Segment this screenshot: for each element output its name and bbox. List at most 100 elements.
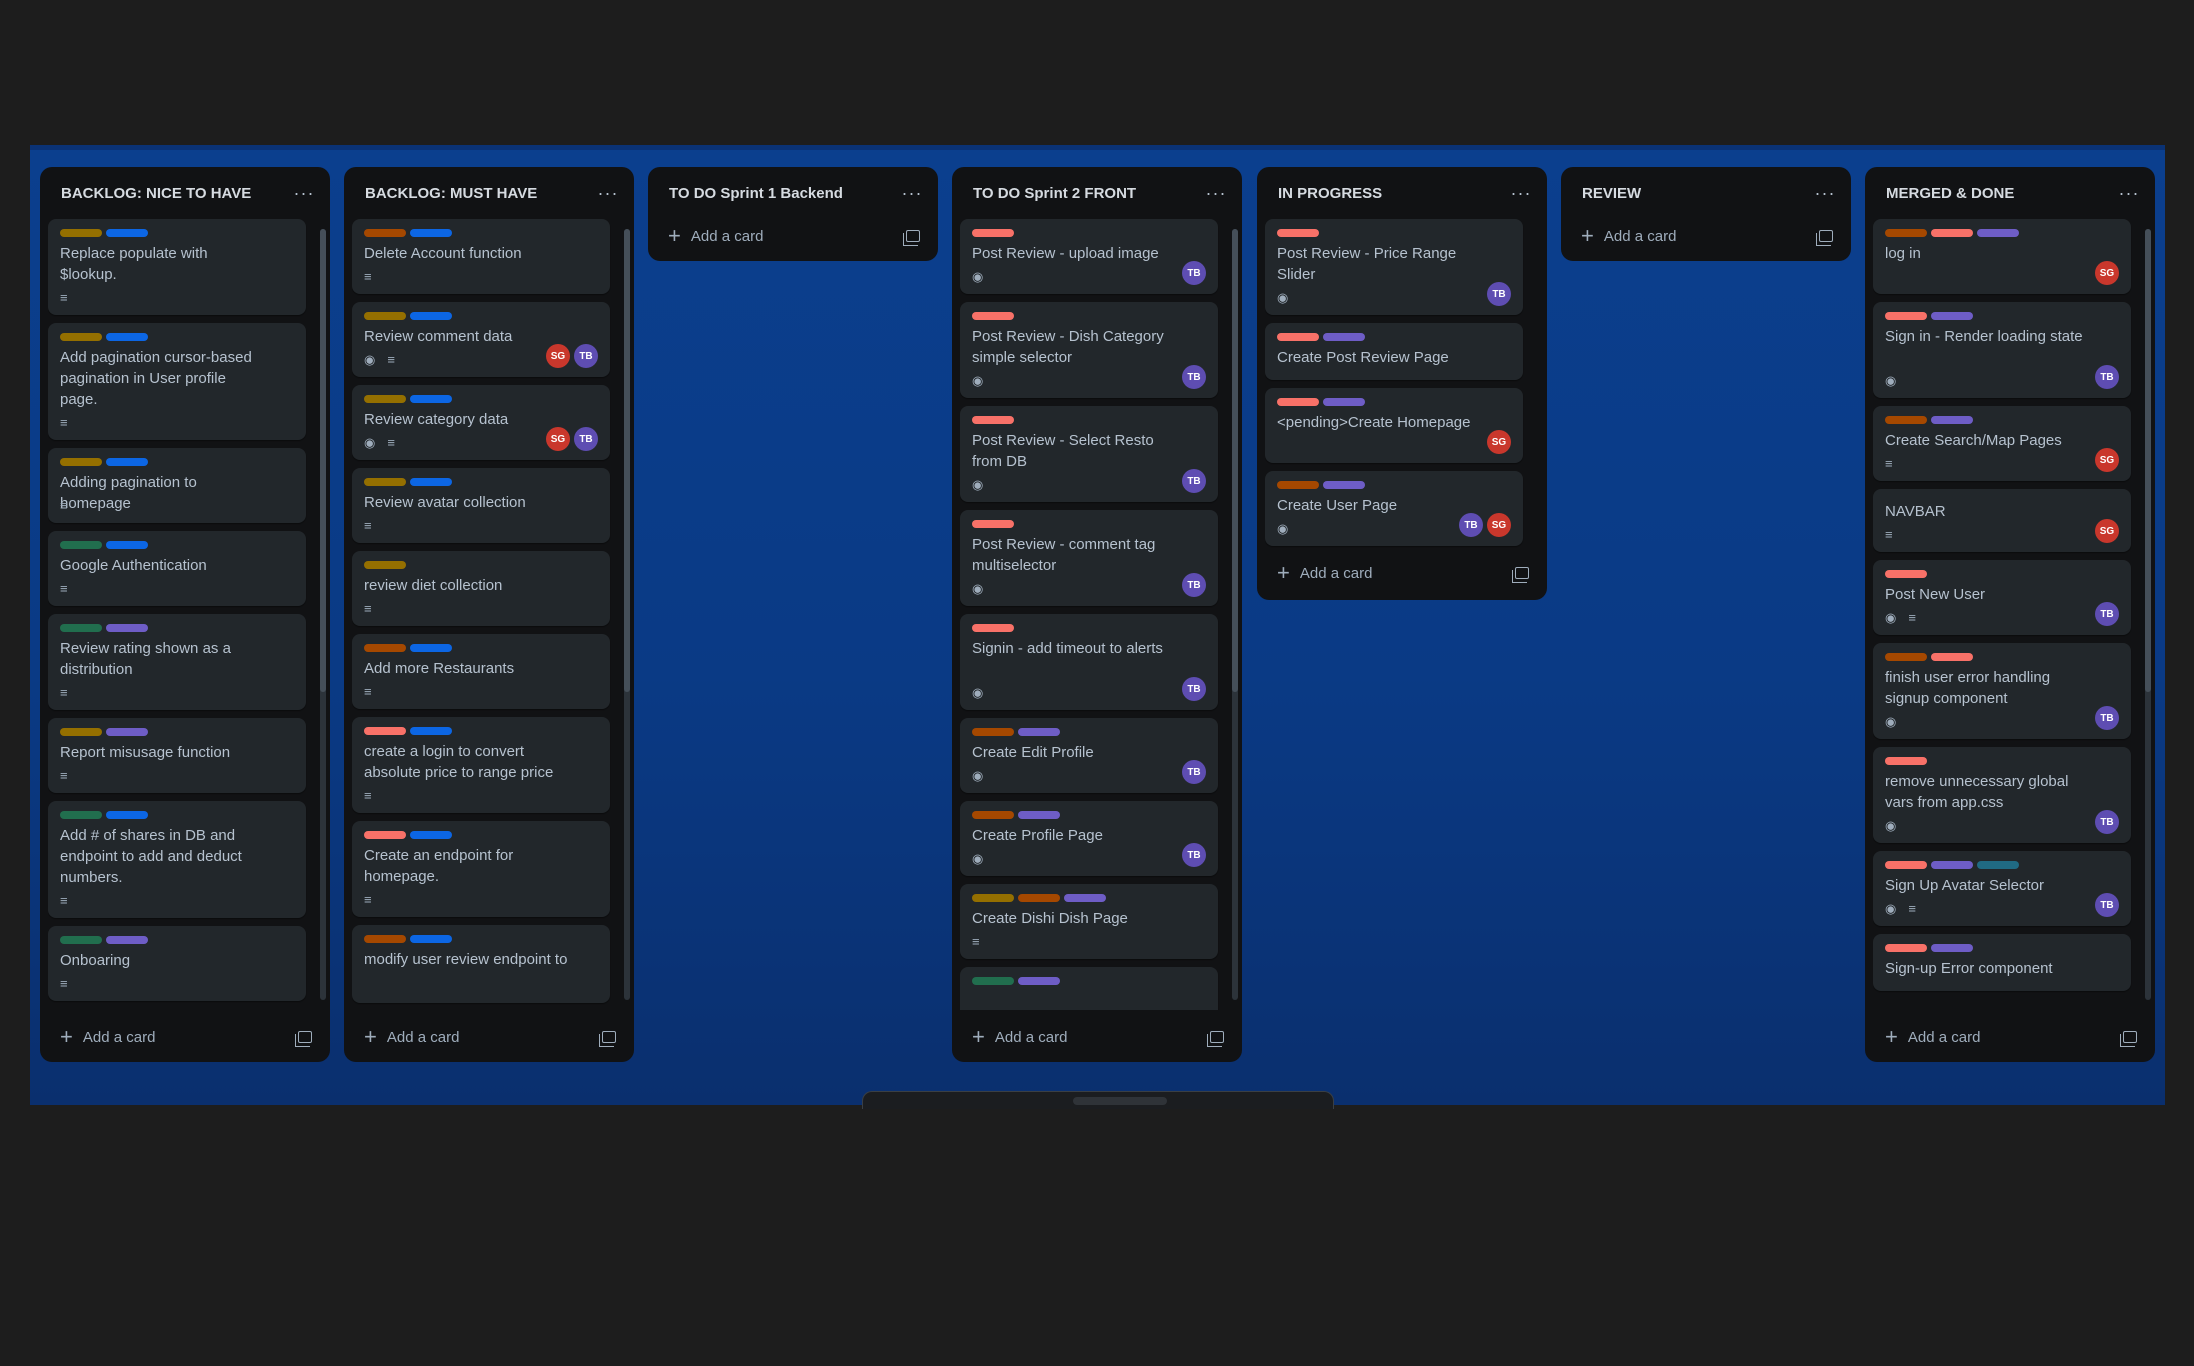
label-teal[interactable] [1977, 861, 2019, 869]
label-red[interactable] [364, 831, 406, 839]
label-purple[interactable] [1064, 894, 1106, 902]
add-card-button[interactable]: + Add a card [352, 1018, 626, 1056]
label-blue[interactable] [410, 644, 452, 652]
label-orange[interactable] [1885, 653, 1927, 661]
card[interactable]: Review comment data ◉ ≡ SG TB [352, 302, 610, 377]
add-card-button[interactable]: + Add a card [656, 217, 930, 255]
list-title[interactable]: BACKLOG: MUST HAVE [365, 185, 537, 202]
label-blue[interactable] [410, 478, 452, 486]
avatar-sg[interactable]: SG [546, 427, 570, 451]
card[interactable]: Sign in - Render loading state ◉ TB [1873, 302, 2131, 398]
card[interactable]: create a login to convert absolute price… [352, 717, 610, 813]
label-green[interactable] [60, 811, 102, 819]
avatar-sg[interactable]: SG [1487, 513, 1511, 537]
label-yellow[interactable] [60, 333, 102, 341]
label-blue[interactable] [106, 811, 148, 819]
card[interactable]: Create User Page ◉ TB SG [1265, 471, 1523, 546]
list-menu-icon[interactable]: ··· [596, 184, 620, 202]
card[interactable]: Add # of shares in DB and endpoint to ad… [48, 801, 306, 918]
label-purple[interactable] [106, 728, 148, 736]
card[interactable]: Post New User ◉ ≡ TB [1873, 560, 2131, 635]
label-purple[interactable] [1323, 333, 1365, 341]
card[interactable]: remove unnecessary global vars from app.… [1873, 747, 2131, 843]
label-red[interactable] [1885, 312, 1927, 320]
label-red[interactable] [1931, 653, 1973, 661]
card[interactable]: Sign Up Avatar Selector ◉ ≡ TB [1873, 851, 2131, 926]
label-yellow[interactable] [364, 478, 406, 486]
toolbar-handle[interactable] [1073, 1097, 1167, 1105]
add-card-button[interactable]: + Add a card [48, 1018, 322, 1056]
label-yellow[interactable] [60, 728, 102, 736]
card[interactable]: Review category data ◉ ≡ SG TB [352, 385, 610, 460]
label-purple[interactable] [1018, 811, 1060, 819]
avatar-tb[interactable]: TB [1182, 677, 1206, 701]
label-red[interactable] [972, 312, 1014, 320]
label-red[interactable] [1885, 944, 1927, 952]
label-purple[interactable] [106, 624, 148, 632]
label-orange[interactable] [364, 644, 406, 652]
list-menu-icon[interactable]: ··· [1813, 184, 1837, 202]
card[interactable]: Report misusage function ≡ [48, 718, 306, 793]
card[interactable]: Onboaring ≡ [48, 926, 306, 1001]
avatar-sg[interactable]: SG [2095, 448, 2119, 472]
card[interactable]: Post Review - Price Range Slider ◉ TB [1265, 219, 1523, 315]
card[interactable]: Review avatar collection ≡ [352, 468, 610, 543]
list-scrollbar[interactable] [320, 219, 326, 1010]
avatar-tb[interactable]: TB [1182, 261, 1206, 285]
list-menu-icon[interactable]: ··· [900, 184, 924, 202]
card[interactable]: Post Review - upload image ◉ TB [960, 219, 1218, 294]
label-red[interactable] [1277, 229, 1319, 237]
list-scrollbar[interactable] [1232, 219, 1238, 1010]
add-card-button[interactable]: + Add a card [1873, 1018, 2147, 1056]
list-menu-icon[interactable]: ··· [1204, 184, 1228, 202]
avatar-tb[interactable]: TB [1182, 573, 1206, 597]
label-purple[interactable] [1323, 481, 1365, 489]
card[interactable]: Adding pagination to homepage ≡ [48, 448, 306, 523]
label-yellow[interactable] [364, 312, 406, 320]
avatar-tb[interactable]: TB [1182, 843, 1206, 867]
card[interactable]: Delete Account function ≡ [352, 219, 610, 294]
label-red[interactable] [1931, 229, 1973, 237]
label-blue[interactable] [410, 727, 452, 735]
label-purple[interactable] [1323, 398, 1365, 406]
card[interactable]: Create Dishi Dish Page ≡ [960, 884, 1218, 959]
label-purple[interactable] [1018, 977, 1060, 985]
scrollbar-thumb[interactable] [2145, 229, 2151, 692]
avatar-tb[interactable]: TB [2095, 706, 2119, 730]
scrollbar-thumb[interactable] [624, 229, 630, 692]
label-purple[interactable] [106, 936, 148, 944]
avatar-tb[interactable]: TB [2095, 602, 2119, 626]
label-orange[interactable] [972, 728, 1014, 736]
label-blue[interactable] [410, 831, 452, 839]
avatar-tb[interactable]: TB [1487, 282, 1511, 306]
label-orange[interactable] [1885, 416, 1927, 424]
avatar-tb[interactable]: TB [2095, 810, 2119, 834]
card[interactable]: modify user review endpoint to [352, 925, 610, 1003]
list-title[interactable]: TO DO Sprint 1 Backend [669, 185, 843, 202]
list-title[interactable]: IN PROGRESS [1278, 185, 1382, 202]
card[interactable]: Create Profile Page ◉ TB [960, 801, 1218, 876]
label-orange[interactable] [972, 811, 1014, 819]
add-card-button[interactable]: + Add a card [960, 1018, 1234, 1056]
label-red[interactable] [1885, 757, 1927, 765]
label-yellow[interactable] [972, 894, 1014, 902]
card[interactable]: NAVBAR ≡ SG [1873, 489, 2131, 552]
avatar-sg[interactable]: SG [2095, 261, 2119, 285]
list-title[interactable]: REVIEW [1582, 185, 1641, 202]
label-yellow[interactable] [364, 395, 406, 403]
label-green[interactable] [60, 624, 102, 632]
card-template-icon[interactable] [599, 1031, 616, 1047]
label-orange[interactable] [1277, 481, 1319, 489]
card[interactable]: Create Search/Map Pages ≡ SG [1873, 406, 2131, 481]
label-red[interactable] [1277, 398, 1319, 406]
card[interactable] [960, 967, 1218, 1010]
card[interactable]: review diet collection ≡ [352, 551, 610, 626]
card[interactable]: Add pagination cursor-based pagination i… [48, 323, 306, 440]
label-orange[interactable] [1885, 229, 1927, 237]
label-blue[interactable] [410, 395, 452, 403]
label-blue[interactable] [106, 458, 148, 466]
label-purple[interactable] [1931, 312, 1973, 320]
label-orange[interactable] [364, 229, 406, 237]
label-green[interactable] [972, 977, 1014, 985]
card[interactable]: Sign-up Error component [1873, 934, 2131, 991]
